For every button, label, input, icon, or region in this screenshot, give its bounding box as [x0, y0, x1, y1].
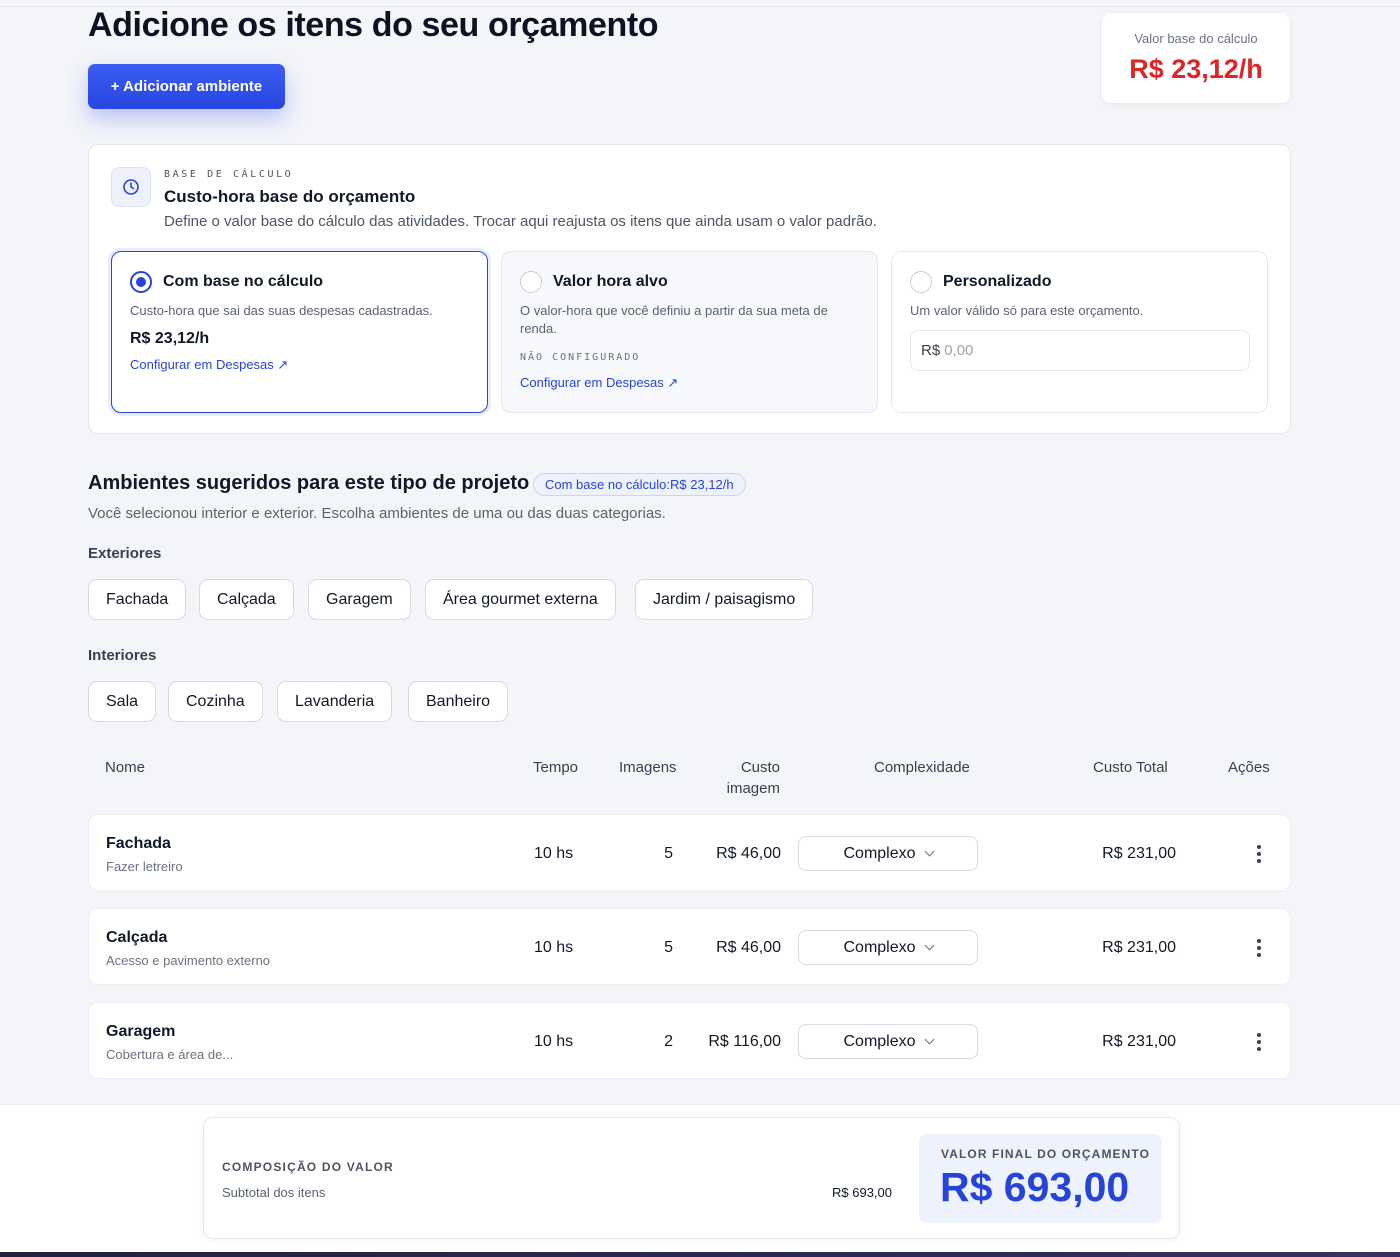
input-placeholder: 0,00 [944, 342, 974, 359]
currency-prefix: R$ [921, 342, 941, 359]
complexity-select[interactable]: Complexo [798, 836, 978, 871]
chip-banheiro[interactable]: Banheiro [408, 681, 509, 722]
header-image-cost: Custo imagem [700, 757, 780, 799]
option-description: Um valor válido só para este orçamento. [910, 303, 1144, 318]
final-value-amount: R$ 693,00 [940, 1164, 1130, 1210]
chevron-down-icon [924, 940, 934, 951]
row-subtitle: Cobertura e área de... [106, 1047, 234, 1062]
row-image-cost: R$ 46,00 [716, 845, 781, 862]
row-images: 2 [664, 1033, 673, 1050]
option-value: R$ 23,12/h [130, 330, 210, 347]
option-target-hourly[interactable]: Valor hora alvo O valor-hora que você de… [501, 251, 878, 413]
chevron-down-icon [924, 846, 934, 857]
radio-unselected[interactable] [910, 271, 932, 293]
row-total: R$ 231,00 [1102, 1033, 1176, 1050]
more-actions-icon[interactable] [1252, 843, 1266, 865]
table-row: Calçada Acesso e pavimento externo 10 hs… [88, 908, 1291, 985]
option-custom[interactable]: Personalizado Um valor válido só para es… [891, 251, 1268, 413]
header-time: Tempo [533, 759, 579, 776]
row-images: 5 [664, 845, 673, 862]
row-time: 10 hs [534, 939, 574, 956]
chip-cozinha[interactable]: Cozinha [168, 681, 263, 722]
header-name: Nome [105, 759, 146, 776]
composition-title: COMPOSIÇÃO DO VALOR [222, 1160, 394, 1174]
subtotal-label: Subtotal dos itens [222, 1185, 326, 1200]
exteriors-label: Exteriores [88, 545, 162, 562]
complexity-value: Complexo [843, 844, 916, 862]
row-images: 5 [664, 939, 673, 956]
interiors-label: Interiores [88, 647, 157, 664]
configure-expenses-link[interactable]: Configurar em Despesas ↗ [130, 357, 288, 373]
header-actions: Ações [1228, 759, 1270, 776]
radio-unselected[interactable] [520, 271, 542, 293]
suggested-environments-title: Ambientes sugeridos para este tipo de pr… [88, 472, 530, 494]
row-subtitle: Fazer letreiro [106, 859, 183, 874]
page-title: Adicione os itens do seu orçamento [88, 6, 659, 44]
custom-value-input[interactable]: R$ 0,00 [910, 330, 1250, 371]
chip-lavanderia[interactable]: Lavanderia [277, 681, 393, 722]
configure-expenses-link[interactable]: Configurar em Despesas ↗ [520, 375, 678, 391]
base-value-label: Valor base do cálculo [1134, 31, 1258, 46]
more-actions-icon[interactable] [1252, 937, 1266, 959]
chip-jardim[interactable]: Jardim / paisagismo [635, 579, 814, 620]
base-value-amount: R$ 23,12/h [1129, 54, 1263, 84]
suggested-description: Você selecionou interior e exterior. Esc… [88, 505, 666, 522]
option-title: Com base no cálculo [163, 273, 324, 290]
chip-calcada[interactable]: Calçada [199, 579, 294, 620]
chip-area-gourmet[interactable]: Área gourmet externa [425, 579, 616, 620]
header-image-cost-line1: Custo [740, 759, 780, 776]
complexity-value: Complexo [843, 1032, 916, 1050]
final-value-label: VALOR FINAL DO ORÇAMENTO [941, 1147, 1151, 1161]
more-actions-icon[interactable] [1252, 1031, 1266, 1053]
value-composition-card: COMPOSIÇÃO DO VALOR Subtotal dos itens R… [203, 1117, 1180, 1239]
row-name: Calçada [106, 929, 168, 946]
option-calculation-based[interactable]: Com base no cálculo Custo-hora que sai d… [111, 251, 488, 413]
chip-fachada[interactable]: Fachada [88, 579, 187, 620]
row-image-cost: R$ 116,00 [708, 1033, 781, 1050]
row-name: Fachada [106, 835, 171, 852]
calc-description: Define o valor base do cálculo das ativi… [164, 213, 877, 230]
clock-icon [111, 167, 151, 207]
complexity-select[interactable]: Complexo [798, 930, 978, 965]
table-row: Fachada Fazer letreiro 10 hs 5 R$ 46,00 … [88, 814, 1291, 891]
complexity-value: Complexo [843, 938, 916, 956]
row-subtitle: Acesso e pavimento externo [106, 953, 271, 968]
calc-base-badge: Com base no cálculo:R$ 23,12/h [533, 473, 746, 496]
calculation-base-card: BASE DE CÁLCULO Custo-hora base do orçam… [88, 144, 1291, 434]
option-title: Personalizado [943, 273, 1052, 290]
subtotal-value: R$ 693,00 [832, 1185, 892, 1200]
header-total: Custo Total [1093, 759, 1168, 776]
calc-title: Custo-hora base do orçamento [164, 187, 416, 206]
option-description: Custo-hora que sai das suas despesas cad… [130, 303, 433, 318]
header-images: Imagens [619, 759, 677, 776]
radio-selected[interactable] [130, 271, 152, 293]
table-row: Garagem Cobertura e área de... 10 hs 2 R… [88, 1002, 1291, 1079]
row-time: 10 hs [534, 845, 574, 862]
header-image-cost-line2: imagem [726, 780, 780, 797]
not-configured-tag: NÃO CONFIGURADO [520, 352, 641, 363]
option-title: Valor hora alvo [553, 273, 668, 290]
row-name: Garagem [106, 1023, 176, 1040]
row-total: R$ 231,00 [1102, 939, 1176, 956]
chip-sala[interactable]: Sala [88, 681, 157, 722]
row-time: 10 hs [534, 1033, 574, 1050]
base-value-card: Valor base do cálculo R$ 23,12/h [1101, 12, 1291, 104]
option-description: O valor-hora que você definiu a partir d… [520, 303, 828, 336]
chip-garagem[interactable]: Garagem [308, 579, 411, 620]
row-total: R$ 231,00 [1102, 845, 1176, 862]
add-environment-button[interactable]: + Adicionar ambiente [88, 64, 285, 109]
row-image-cost: R$ 46,00 [716, 939, 781, 956]
calc-eyebrow: BASE DE CÁLCULO [164, 169, 294, 180]
final-value-box: VALOR FINAL DO ORÇAMENTO R$ 693,00 [919, 1134, 1162, 1223]
chevron-down-icon [924, 1034, 934, 1045]
bottom-stripe [0, 1252, 1400, 1257]
complexity-select[interactable]: Complexo [798, 1024, 978, 1059]
header-complexity: Complexidade [874, 759, 970, 776]
